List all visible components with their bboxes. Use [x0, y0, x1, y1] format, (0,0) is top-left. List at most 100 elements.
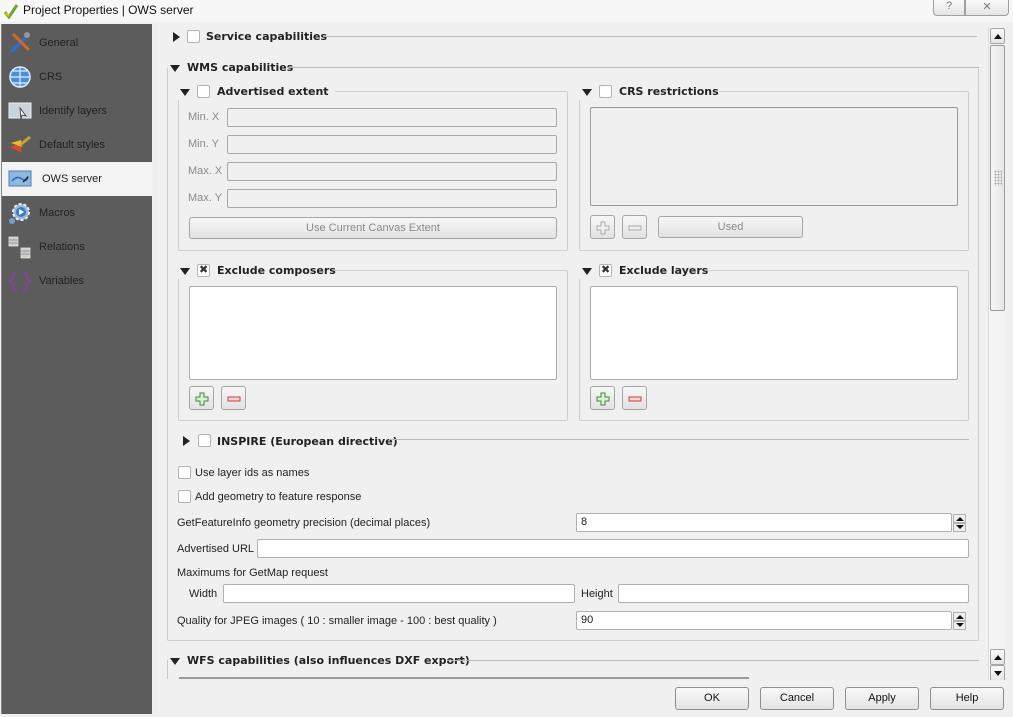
- macro-gear-icon: [9, 203, 30, 224]
- dialog-button-bar: OK Cancel Apply Help: [157, 680, 1013, 717]
- collapse-wfs-capabilities[interactable]: [170, 658, 180, 665]
- scroll-page-up-button[interactable]: [990, 649, 1005, 665]
- sidebar-item-ows-server[interactable]: OWS server: [2, 162, 153, 196]
- remove-composer-button[interactable]: [221, 386, 246, 410]
- ok-button[interactable]: OK: [675, 687, 749, 710]
- collapse-advertised-extent[interactable]: [180, 89, 190, 96]
- sidebar-item-variables[interactable]: Variables: [2, 264, 153, 298]
- close-window-button[interactable]: ✕: [965, 0, 1009, 16]
- wfs-table-header: [179, 677, 749, 679]
- precision-spin-buttons[interactable]: [953, 514, 966, 532]
- max-x-label: Max. X: [188, 165, 223, 177]
- add-layer-button[interactable]: [590, 386, 615, 410]
- collapse-crs-restrictions[interactable]: [582, 89, 592, 96]
- crs-list[interactable]: [590, 107, 958, 206]
- remove-layer-button[interactable]: [622, 386, 647, 410]
- maximums-label: Maximums for GetMap request: [177, 567, 328, 579]
- expand-inspire[interactable]: [183, 436, 190, 446]
- identify-map-icon: [8, 102, 32, 120]
- add-crs-button[interactable]: [590, 215, 615, 239]
- apply-button[interactable]: Apply: [845, 687, 919, 710]
- scroll-down-button[interactable]: [990, 665, 1005, 681]
- use-layer-ids-label: Use layer ids as names: [195, 467, 310, 479]
- jpeg-quality-label: Quality for JPEG images ( 10 : smaller i…: [177, 615, 497, 627]
- qgis-app-icon: [3, 4, 19, 19]
- sidebar-item-identify-layers[interactable]: Identify layers: [2, 94, 153, 128]
- service-capabilities-checkbox[interactable]: [187, 30, 200, 43]
- sidebar-item-label: Relations: [39, 241, 85, 253]
- exclude-composers-checkbox[interactable]: [197, 263, 210, 277]
- crs-restrictions-checkbox[interactable]: [599, 85, 612, 98]
- max-width-label: Width: [189, 588, 218, 600]
- max-height-input[interactable]: [618, 584, 969, 603]
- advertised-extent-checkbox[interactable]: [197, 85, 210, 98]
- jpeg-quality-spinbox[interactable]: 90: [576, 611, 952, 630]
- use-current-canvas-extent-button[interactable]: Use Current Canvas Extent: [189, 217, 557, 239]
- sidebar-item-label: OWS server: [42, 173, 102, 185]
- precision-spinbox[interactable]: 8: [576, 513, 952, 532]
- wfs-group-border: [167, 660, 168, 679]
- spin-down-icon[interactable]: [953, 523, 966, 532]
- window-title: Project Properties | OWS server: [23, 3, 194, 17]
- help-button[interactable]: Help: [930, 687, 1004, 710]
- add-geometry-label: Add geometry to feature response: [195, 491, 362, 503]
- min-x-input[interactable]: [227, 108, 557, 127]
- inspire-title: INSPIRE (European directive): [217, 435, 398, 448]
- sidebar-item-label: Variables: [39, 275, 85, 287]
- ows-server-panel: Service capabilities WMS capabilities Ad…: [157, 24, 987, 679]
- sidebar-item-default-styles[interactable]: Default styles: [2, 128, 153, 162]
- exclude-composers-title: Exclude composers: [217, 264, 336, 277]
- sidebar: General CRS Identify layers Default styl…: [1, 24, 153, 714]
- sidebar-item-label: Default styles: [39, 139, 106, 151]
- cancel-button[interactable]: Cancel: [760, 687, 834, 710]
- divider: [389, 439, 969, 440]
- help-title-button[interactable]: ?: [933, 0, 965, 16]
- add-composer-button[interactable]: [189, 386, 214, 410]
- remove-crs-button[interactable]: [622, 215, 647, 239]
- max-x-input[interactable]: [227, 162, 557, 181]
- plus-icon: [195, 392, 209, 406]
- sidebar-item-label: Macros: [39, 207, 76, 219]
- exclude-layers-title: Exclude layers: [619, 264, 709, 277]
- sidebar-item-general[interactable]: General: [2, 26, 153, 60]
- advertised-extent-title: Advertised extent: [217, 85, 329, 98]
- divider: [323, 36, 977, 37]
- max-y-label: Max. Y: [188, 192, 223, 204]
- plus-icon: [596, 392, 610, 406]
- min-y-input[interactable]: [227, 135, 557, 154]
- jpeg-quality-spin-buttons[interactable]: [953, 612, 966, 630]
- exclude-layers-checkbox[interactable]: [599, 263, 612, 277]
- use-layer-ids-checkbox[interactable]: [178, 466, 191, 479]
- sidebar-item-macros[interactable]: Macros: [2, 196, 153, 230]
- expand-service-capabilities[interactable]: [173, 32, 180, 42]
- globe-icon: [9, 66, 31, 88]
- advertised-url-input[interactable]: [257, 539, 969, 558]
- max-width-input[interactable]: [223, 584, 575, 603]
- scroll-up-button[interactable]: [990, 28, 1005, 44]
- collapse-exclude-layers[interactable]: [582, 268, 592, 275]
- relations-table-icon: [8, 236, 31, 259]
- minus-icon: [628, 225, 642, 231]
- spin-up-icon[interactable]: [953, 514, 966, 523]
- spin-down-icon[interactable]: [953, 621, 966, 630]
- used-crs-button[interactable]: Used: [658, 216, 803, 238]
- close-icon: ✕: [982, 1, 992, 13]
- scroll-thumb[interactable]: [990, 45, 1005, 311]
- minus-icon: [227, 396, 241, 402]
- add-geometry-checkbox[interactable]: [178, 490, 191, 503]
- sidebar-item-label: General: [39, 37, 79, 49]
- collapse-exclude-composers[interactable]: [180, 268, 190, 275]
- excluded-composers-list[interactable]: [189, 286, 557, 380]
- wrench-screwdriver-icon: [9, 32, 31, 54]
- excluded-layers-list[interactable]: [590, 286, 958, 380]
- vertical-scrollbar[interactable]: [988, 27, 1005, 681]
- advertised-url-label: Advertised URL: [177, 543, 255, 555]
- spin-up-icon[interactable]: [953, 612, 966, 621]
- precision-label: GetFeatureInfo geometry precision (decim…: [177, 517, 431, 529]
- max-y-input[interactable]: [227, 189, 557, 208]
- divider: [287, 67, 979, 68]
- title-bar: Project Properties | OWS server ? ✕: [0, 0, 1013, 22]
- sidebar-item-relations[interactable]: Relations: [2, 230, 153, 264]
- sidebar-item-crs[interactable]: CRS: [2, 60, 153, 94]
- inspire-checkbox[interactable]: [198, 434, 211, 447]
